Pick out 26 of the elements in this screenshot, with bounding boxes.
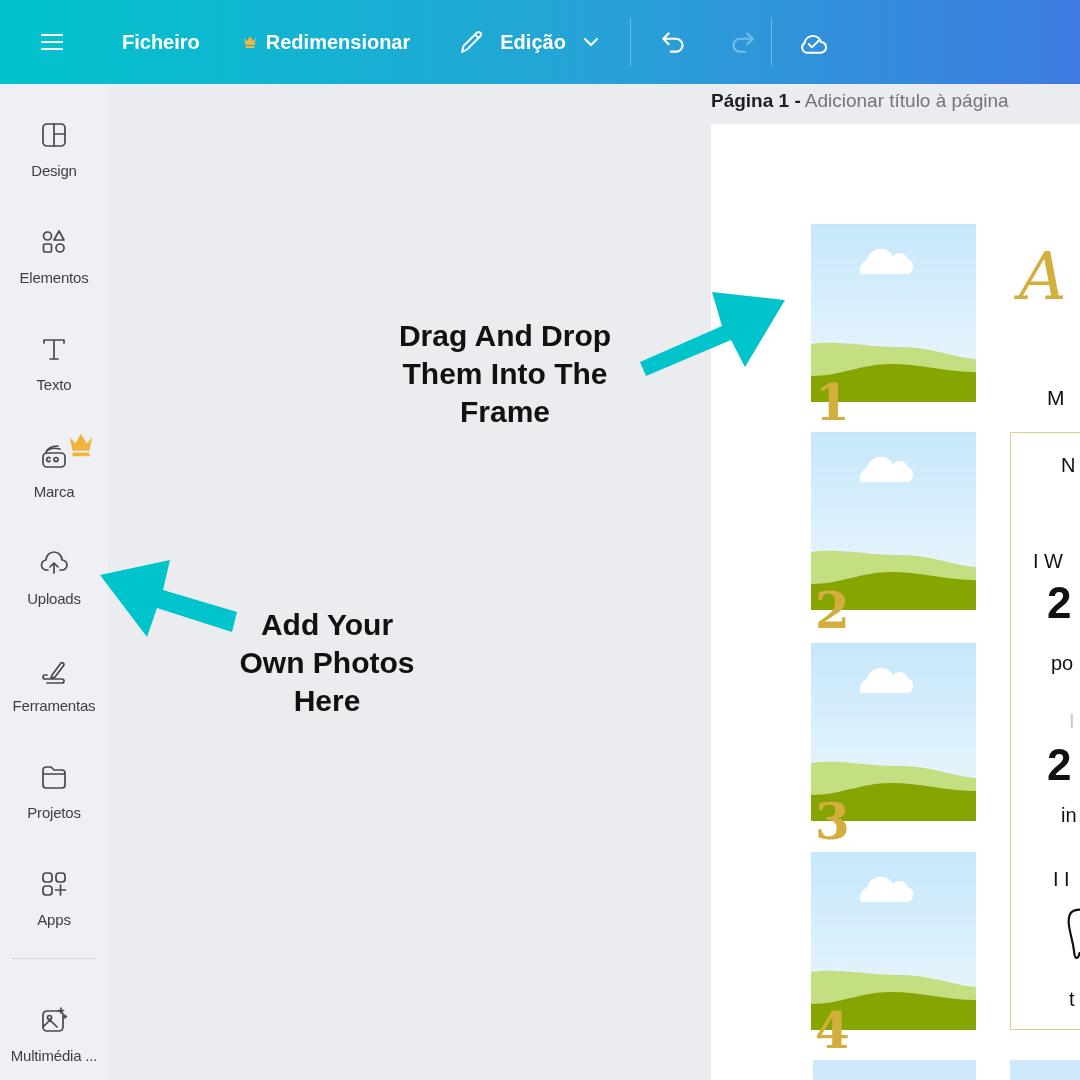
big-number: 2 xyxy=(1047,581,1072,625)
annotation-text: Drag And Drop Them Into The Frame xyxy=(397,318,613,430)
page-title-field[interactable]: Adicionar título à página xyxy=(804,90,1009,111)
info-text: I I xyxy=(1053,869,1070,889)
info-text: I W xyxy=(1033,551,1063,571)
sidebar-item[interactable]: Ferramentas xyxy=(0,643,108,750)
sidebar-item[interactable]: Projetos xyxy=(0,750,108,857)
big-number: 2 xyxy=(1047,743,1072,787)
sidebar-item[interactable]: Apps xyxy=(0,857,108,964)
sidebar-icon xyxy=(39,1005,69,1035)
info-text: t xyxy=(1069,989,1075,1009)
sidebar-icon xyxy=(39,869,69,899)
sidebar-item[interactable]: Multimédia ... xyxy=(0,993,108,1080)
info-text: in xyxy=(1061,805,1077,825)
sidebar-item[interactable]: Design xyxy=(0,108,108,215)
sidebar-item[interactable]: Texto xyxy=(0,322,108,429)
sidebar-icon xyxy=(39,120,69,150)
sidebar-item[interactable]: Uploads xyxy=(0,536,108,643)
sidebar-item[interactable]: Elementos xyxy=(0,215,108,322)
annotation-text: Add Your Own Photos Here xyxy=(238,607,416,719)
page-number: Página 1 - xyxy=(711,90,801,111)
info-text: N xyxy=(1061,455,1076,475)
script-heading: A xyxy=(1007,234,1079,320)
subtitle-text: M xyxy=(1047,385,1065,411)
sidebar-item[interactable]: Marca xyxy=(0,429,108,536)
info-text: po xyxy=(1051,653,1074,673)
